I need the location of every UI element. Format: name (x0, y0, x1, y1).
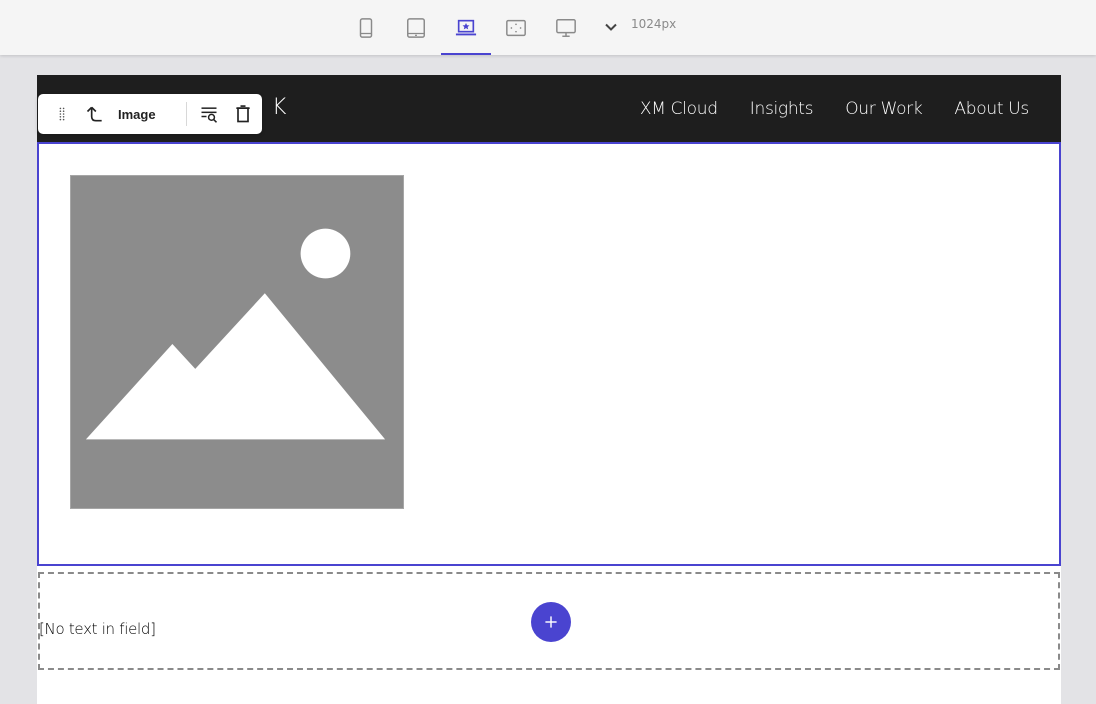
nav-item-xm-cloud[interactable]: XM Cloud (640, 99, 718, 119)
device-tablet-button[interactable] (391, 0, 441, 55)
device-mobile-button[interactable] (341, 0, 391, 55)
nav-item-our-work[interactable]: Our Work (845, 99, 923, 119)
selected-image-component[interactable]: [No text in field] (37, 142, 1061, 638)
fit-screen-icon (506, 19, 526, 36)
chevron-down-icon (605, 23, 617, 31)
select-parent-button[interactable] (80, 94, 110, 134)
list-search-icon (201, 107, 217, 123)
nav-item-about-us[interactable]: About Us (954, 99, 1029, 119)
device-toolbar: 1024px (0, 0, 1096, 55)
toolbar-divider (185, 102, 187, 126)
laptop-star-icon (455, 19, 477, 35)
plus-icon (545, 616, 557, 628)
component-name-label: Image (118, 106, 156, 122)
trash-icon (235, 105, 250, 123)
image-placeholder[interactable] (70, 175, 404, 509)
site-logo[interactable]: K (272, 95, 286, 120)
device-fit-button[interactable] (491, 0, 541, 55)
device-desktop-button[interactable] (541, 0, 591, 55)
page-canvas: K XM Cloud Insights Our Work About Us [N… (37, 75, 1061, 704)
viewport-width-label: 1024px (631, 17, 677, 31)
arrow-up-left-icon (86, 106, 102, 122)
personalize-button[interactable] (197, 94, 221, 134)
component-toolbar: Image (38, 94, 262, 134)
delete-button[interactable] (231, 94, 255, 134)
drag-handle-icon (59, 107, 65, 121)
desktop-icon (556, 18, 576, 37)
tablet-icon (407, 17, 425, 38)
device-laptop-button[interactable] (441, 0, 491, 55)
nav-item-insights[interactable]: Insights (750, 99, 814, 119)
add-component-button[interactable] (531, 602, 571, 642)
mobile-icon (359, 17, 373, 38)
main-nav: XM Cloud Insights Our Work About Us (640, 75, 1029, 142)
empty-placeholder-zone[interactable] (38, 572, 1060, 670)
drag-handle[interactable] (48, 94, 76, 134)
image-placeholder-icon (85, 228, 386, 440)
device-dropdown-button[interactable] (598, 14, 624, 40)
